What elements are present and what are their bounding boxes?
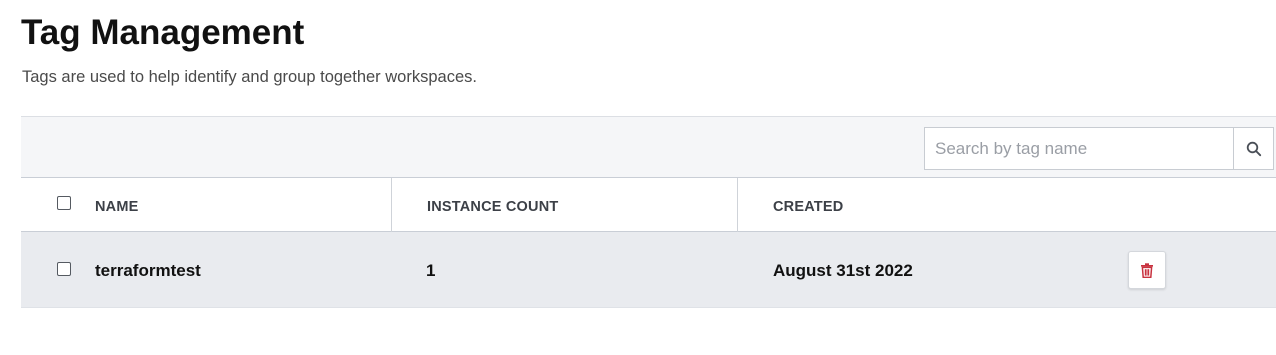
row-checkbox[interactable] (57, 262, 71, 276)
search-box (924, 127, 1274, 170)
search-icon (1246, 141, 1262, 157)
column-header-created[interactable]: CREATED (773, 198, 843, 216)
trash-icon (1140, 262, 1154, 278)
table-toolbar (21, 116, 1276, 178)
tag-name-cell: terraformtest (95, 261, 201, 280)
page-subtitle: Tags are used to help identify and group… (22, 68, 477, 86)
created-date-cell: August 31st 2022 (773, 261, 913, 280)
column-header-name[interactable]: NAME (95, 198, 139, 216)
table-row: terraformtest 1 August 31st 2022 (21, 232, 1276, 308)
delete-tag-button[interactable] (1128, 251, 1166, 289)
select-all-checkbox[interactable] (57, 196, 71, 210)
search-input[interactable] (925, 128, 1233, 169)
column-header-instance-count[interactable]: INSTANCE COUNT (427, 198, 558, 216)
column-divider (391, 178, 392, 232)
tag-management-page: Tag Management Tags are used to help ide… (0, 0, 1276, 355)
instance-count-cell: 1 (426, 261, 436, 280)
table-header: NAME INSTANCE COUNT CREATED (21, 178, 1276, 232)
search-button[interactable] (1233, 128, 1273, 169)
page-title: Tag Management (21, 13, 305, 52)
column-divider (737, 178, 738, 232)
